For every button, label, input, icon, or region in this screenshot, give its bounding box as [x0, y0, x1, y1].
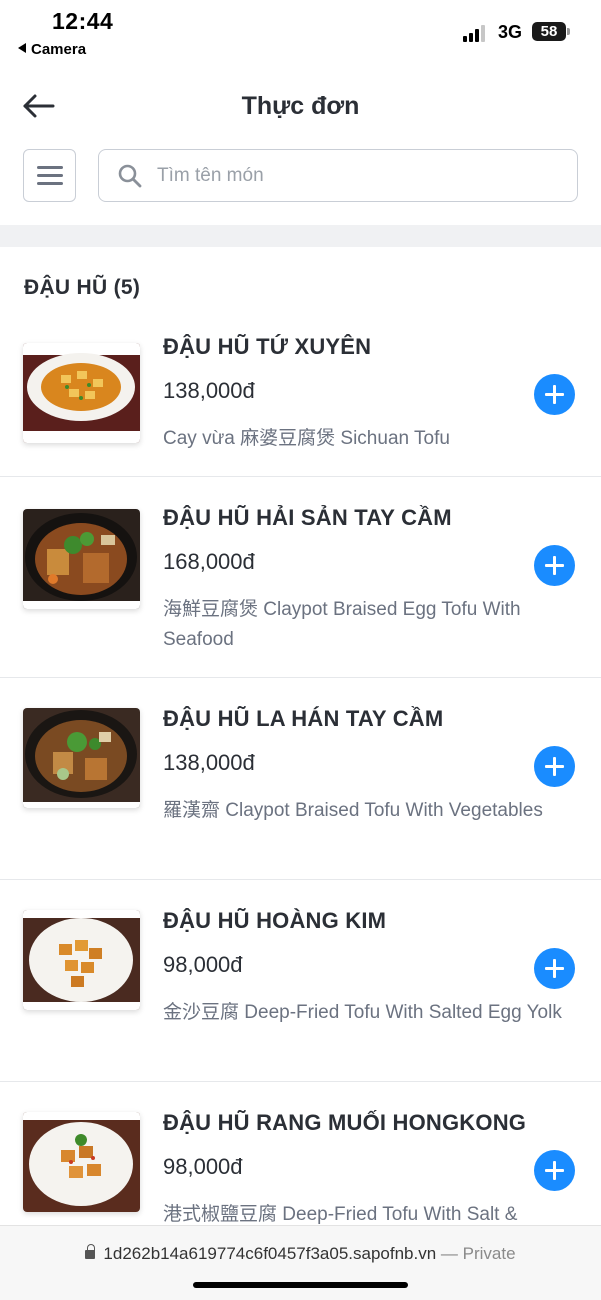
menu-item[interactable]: ĐẬU HŨ HẢI SẢN TAY CẦM 168,000đ 海鮮豆腐煲 Cl… [0, 505, 601, 678]
back-triangle-icon [18, 43, 26, 53]
item-price: 168,000đ [163, 549, 255, 574]
search-icon [117, 163, 143, 189]
item-description: 金沙豆腐 Deep-Fried Tofu With Salted Egg Yol… [163, 1002, 562, 1023]
item-name: ĐẬU HŨ TỨ XUYÊN [163, 334, 372, 359]
back-to-app-link[interactable]: Camera [18, 41, 86, 58]
page-title: Thực đơn [241, 92, 360, 120]
status-time: 12:44 [52, 8, 114, 34]
category-title: ĐẬU HŨ (5) [24, 276, 141, 299]
hamburger-icon [37, 166, 63, 169]
header: Thực đơn [0, 80, 601, 136]
menu-item[interactable]: ĐẬU HŨ HOÀNG KIM 98,000đ 金沙豆腐 Deep-Fried… [0, 908, 601, 1082]
add-to-cart-button[interactable] [534, 746, 575, 787]
status-bar: 12:44 Camera 3G 58 [0, 0, 601, 70]
item-description: 羅漢齋 Claypot Braised Tofu With Vegetables [163, 800, 543, 821]
menu-item[interactable]: ĐẬU HŨ LA HÁN TAY CẦM 138,000đ 羅漢齋 Clayp… [0, 706, 601, 880]
dish-image [23, 708, 140, 808]
search-input[interactable] [157, 160, 557, 192]
dish-image [23, 343, 140, 443]
add-to-cart-button[interactable] [534, 374, 575, 415]
home-indicator[interactable] [193, 1282, 408, 1288]
dish-image [23, 509, 140, 609]
item-name: ĐẬU HŨ HOÀNG KIM [163, 908, 387, 933]
browser-url-bar[interactable]: 1d262b14a619774c6f0457f3a05.sapofnb.vn —… [0, 1225, 601, 1300]
add-to-cart-button[interactable] [534, 545, 575, 586]
battery-icon: 58 [532, 22, 570, 41]
item-name: ĐẬU HŨ LA HÁN TAY CẦM [163, 706, 444, 731]
url-display[interactable]: 1d262b14a619774c6f0457f3a05.sapofnb.vn —… [0, 1244, 601, 1264]
lock-icon [85, 1244, 96, 1259]
dish-image [23, 1112, 140, 1212]
item-description: Cay vừa 麻婆豆腐煲 Sichuan Tofu [163, 428, 450, 449]
private-label: — Private [440, 1244, 516, 1263]
item-price: 138,000đ [163, 750, 255, 775]
add-to-cart-button[interactable] [534, 1150, 575, 1191]
add-to-cart-button[interactable] [534, 948, 575, 989]
item-price: 138,000đ [163, 378, 255, 403]
back-app-label: Camera [31, 41, 87, 58]
item-price: 98,000đ [163, 1154, 243, 1179]
hamburger-menu-button[interactable] [23, 149, 76, 202]
dish-image [23, 910, 140, 1010]
section-divider [0, 225, 601, 247]
signal-icon [463, 24, 489, 42]
url-text: 1d262b14a619774c6f0457f3a05.sapofnb.vn [103, 1244, 437, 1263]
item-name: ĐẬU HŨ RANG MUỐI HONGKONG [163, 1110, 527, 1135]
item-price: 98,000đ [163, 952, 243, 977]
search-box [98, 149, 578, 202]
item-name: ĐẬU HŨ HẢI SẢN TAY CẦM [163, 505, 452, 530]
item-description: 海鮮豆腐煲 Claypot Braised Egg Tofu With Seaf… [163, 599, 521, 650]
network-type: 3G [498, 22, 523, 42]
menu-item[interactable]: ĐẬU HŨ RANG MUỐI HONGKONG 98,000đ 港式椒鹽豆腐… [0, 1110, 601, 1230]
menu-item[interactable]: ĐẬU HŨ TỨ XUYÊN 138,000đ Cay vừa 麻婆豆腐煲 S… [0, 334, 601, 477]
